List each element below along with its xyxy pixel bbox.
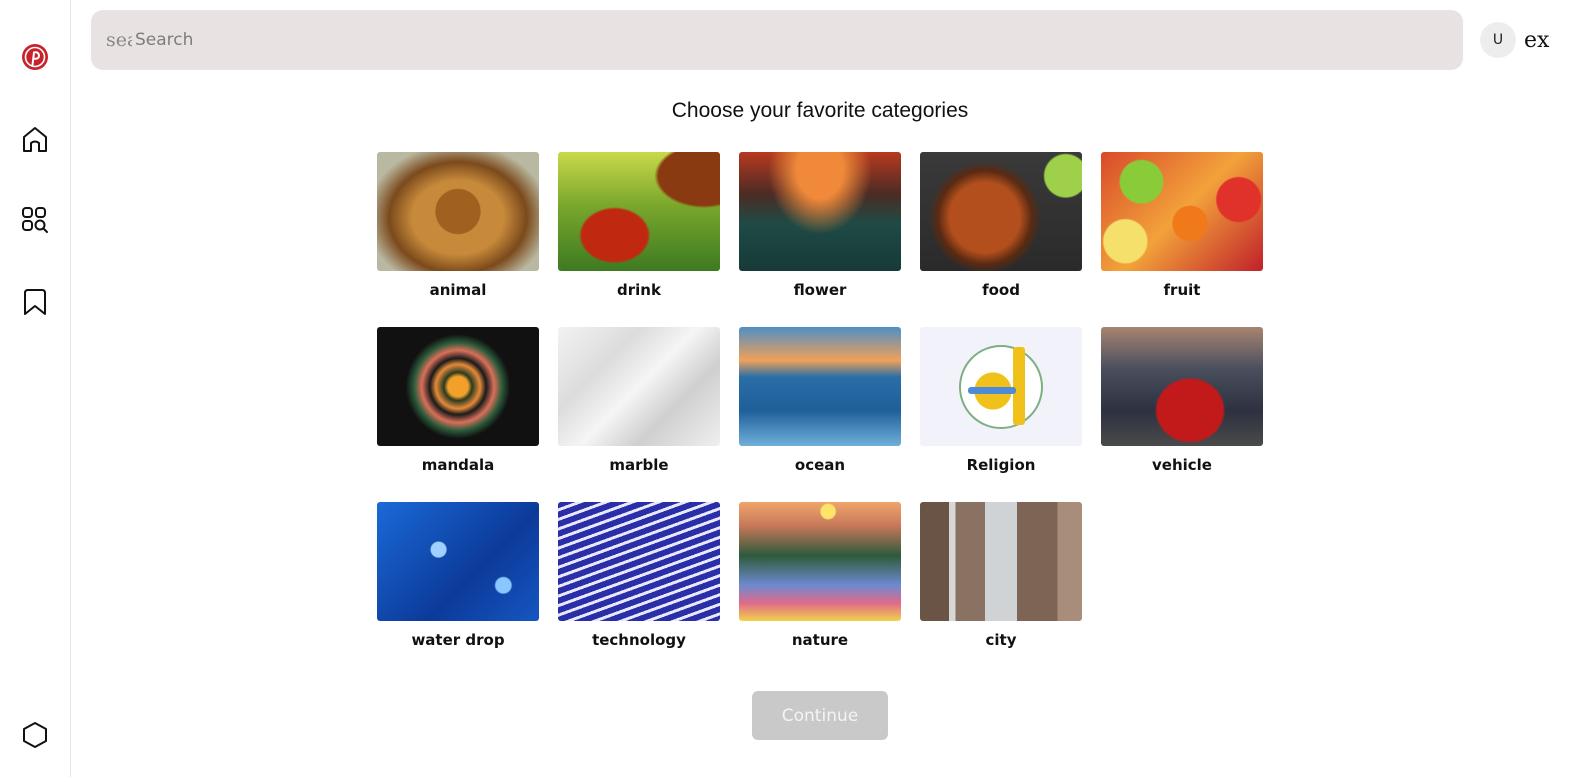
category-card-technology[interactable]: technology [558, 502, 720, 652]
category-card-religion[interactable]: Religion [920, 327, 1082, 477]
category-card-marble[interactable]: marble [558, 327, 720, 477]
category-label: fruit [1163, 281, 1201, 299]
category-label: city [985, 631, 1017, 649]
app-logo[interactable] [14, 36, 56, 78]
category-label: mandala [421, 456, 495, 474]
category-label: food [982, 281, 1020, 299]
dome-band-shape [968, 387, 1016, 394]
category-card-drink[interactable]: drink [558, 152, 720, 302]
category-card-mandala[interactable]: mandala [377, 327, 539, 477]
category-label: ocean [794, 456, 846, 474]
sidebar-item-home[interactable] [14, 118, 56, 160]
category-image [739, 327, 901, 446]
category-label: Religion [966, 456, 1036, 474]
avatar[interactable]: U [1480, 22, 1516, 58]
category-image [377, 152, 539, 271]
category-image [558, 152, 720, 271]
bookmark-icon [24, 289, 46, 315]
category-label: animal [429, 281, 487, 299]
category-card-nature[interactable]: nature [739, 502, 901, 652]
category-card-food[interactable]: food [920, 152, 1082, 302]
category-card-fruit[interactable]: fruit [1101, 152, 1263, 302]
category-image [920, 502, 1082, 621]
hexagon-icon [23, 722, 47, 748]
page-title: Choose your favorite categories [671, 99, 969, 122]
sidebar-item-explore[interactable] [14, 199, 56, 241]
home-icon [23, 127, 47, 152]
category-label: marble [609, 456, 669, 474]
sidebar-item-saved[interactable] [14, 281, 56, 323]
category-label: flower [793, 281, 847, 299]
continue-button[interactable]: Continue [752, 691, 888, 740]
category-image [558, 327, 720, 446]
category-label: drink [617, 281, 661, 299]
category-image [1101, 152, 1263, 271]
sidebar [0, 0, 71, 777]
category-card-ocean[interactable]: ocean [739, 327, 901, 477]
minaret-shape [1013, 347, 1025, 425]
category-image [920, 152, 1082, 271]
category-card-city[interactable]: city [920, 502, 1082, 652]
category-image [1101, 327, 1263, 446]
search-input[interactable] [135, 25, 1435, 55]
category-image [739, 502, 901, 621]
category-card-animal[interactable]: animal [377, 152, 539, 302]
search-bar[interactable]: search [91, 10, 1463, 70]
pinterest-logo-icon [22, 44, 48, 70]
sidebar-item-settings[interactable] [14, 714, 56, 756]
category-label: vehicle [1152, 456, 1212, 474]
category-label: water drop [411, 631, 505, 649]
category-card-water-drop[interactable]: water drop [377, 502, 539, 652]
category-card-flower[interactable]: flower [739, 152, 901, 302]
category-label: nature [791, 631, 849, 649]
category-image [920, 327, 1082, 446]
search-icon: search [106, 29, 132, 51]
category-image [377, 327, 539, 446]
category-label: technology [592, 631, 686, 649]
grid-search-icon [22, 207, 48, 233]
category-card-vehicle[interactable]: vehicle [1101, 327, 1263, 477]
user-name[interactable]: ex [1524, 28, 1549, 53]
category-image [739, 152, 901, 271]
category-image [377, 502, 539, 621]
category-image [558, 502, 720, 621]
